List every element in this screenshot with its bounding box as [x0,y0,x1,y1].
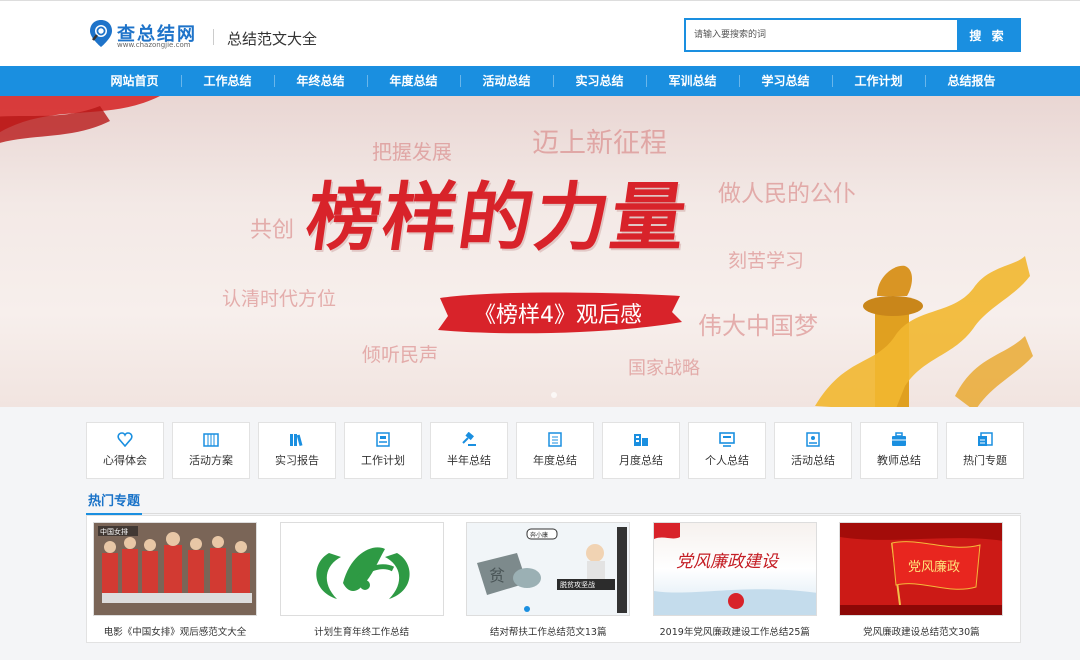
logo-url: www.chazongjie.com [117,41,191,49]
category-label: 年度总结 [533,454,577,467]
topic-image[interactable]: 贫 脱贫攻坚战 奔小康 [466,522,631,616]
banner-word: 做人民的公仆 [718,181,856,207]
category-tile[interactable]: 实习报告 [258,422,336,479]
red-flag-poster: 党风廉政 [840,523,1003,615]
category-tile[interactable]: 教师总结 [860,422,938,479]
cartoon-bubble-text: 奔小康 [530,531,548,539]
category-tile[interactable]: 活动总结 [774,422,852,479]
books-icon [290,434,303,447]
category-tile[interactable]: 年度总结 [516,422,594,479]
topic-card[interactable]: 党风廉政 党风廉政建设总结范文30篇 [833,516,1020,642]
calendar-icon [203,433,219,447]
banner-word: 迈上新征程 [532,128,667,159]
header: 查总结网 www.chazongjie.com 总结范文大全 搜 索 [0,0,1080,66]
search-button[interactable]: 搜 索 [957,20,1019,50]
nav-item-work-summary[interactable]: 工作总结 [181,66,274,96]
category-tile[interactable]: 个人总结 [688,422,766,479]
section-title[interactable]: 热门专题 [86,488,143,515]
topic-image[interactable]: 中国女排 [93,522,257,616]
topic-caption[interactable]: 结对帮扶工作总结范文13篇 [460,624,636,638]
category-tile[interactable]: 热门专题 [946,422,1024,479]
category-label: 活动方案 [189,454,233,467]
report-icon [806,432,820,447]
hot-topics-cards: 中国女排 电影《中国女排》观后感范文大全 计划生育年终工作总结 贫 脱贫攻坚战 … [86,515,1021,643]
nav-item-annual-summary[interactable]: 年度总结 [367,66,460,96]
nav-item-activity-summary[interactable]: 活动总结 [460,66,553,96]
category-tile[interactable]: 工作计划 [344,422,422,479]
page: 查总结网 www.chazongjie.com 总结范文大全 搜 索 网站首页 … [0,0,1080,660]
topic-image[interactable]: 党风廉政 [839,522,1004,616]
poster-title-text: 党风廉政建设 [676,552,780,572]
nav-item-internship-summary[interactable]: 实习总结 [553,66,646,96]
clean-governance-poster: 党风廉政建设 [653,523,816,615]
topic-caption[interactable]: 电影《中国女排》观后感范文大全 [87,624,263,638]
category-label: 活动总结 [791,454,835,467]
topic-card[interactable]: 贫 脱贫攻坚战 奔小康 结对帮扶工作总结范文13篇 [460,516,647,642]
briefcase-icon [892,432,906,446]
site-logo[interactable]: 查总结网 www.chazongjie.com [88,19,203,49]
nav-item-study-summary[interactable]: 学习总结 [739,66,832,96]
nav-item-home[interactable]: 网站首页 [88,66,181,96]
topic-caption[interactable]: 计划生育年终工作总结 [274,624,450,638]
main-nav: 网站首页 工作总结 年终总结 年度总结 活动总结 实习总结 军训总结 学习总结 … [0,66,1080,96]
magnifier-pin-icon [90,20,112,47]
huabiao-pillar-icon [815,256,1033,407]
notes-icon [978,432,993,446]
poverty-alleviation-cartoon: 贫 脱贫攻坚战 奔小康 [467,523,630,615]
photo-title-text: 中国女排 [100,527,128,536]
category-label: 个人总结 [705,454,749,467]
cartoon-banner-text: 脱贫攻坚战 [560,580,595,589]
hero-banner[interactable]: 把握发展 迈上新征程 做人民的公仆 共创 刻苦学习 认清时代方位 伟大中国梦 倾… [0,96,1080,407]
category-label: 热门专题 [963,454,1007,467]
building-icon [634,434,648,446]
category-label: 教师总结 [877,454,921,467]
search-bar: 搜 索 [684,18,1021,52]
gavel-icon [462,432,476,446]
nav-item-year-end-summary[interactable]: 年终总结 [274,66,367,96]
topic-caption[interactable]: 党风廉政建设总结范文30篇 [833,624,1009,638]
banner-headline: 榜样的力量 [301,175,694,261]
topic-card[interactable]: 中国女排 电影《中国女排》观后感范文大全 [87,516,274,642]
nav-item-work-plan[interactable]: 工作计划 [832,66,925,96]
topic-caption[interactable]: 2019年党风廉政建设工作总结25篇 [647,624,823,638]
banner-subtitle: 《榜样4》观后感 [474,303,642,328]
document-icon [548,432,562,447]
banner-word: 刻苦学习 [728,250,805,272]
family-planning-logo [315,547,410,599]
topic-image[interactable]: 党风廉政建设 [652,522,817,616]
banner-word: 倾听民声 [362,344,439,366]
category-tile[interactable]: 半年总结 [430,422,508,479]
category-label: 实习报告 [275,454,319,467]
volleyball-team-photo: 中国女排 [94,523,256,615]
category-tiles: 心得体会 活动方案 实习报告 工作计划 半年总结 年度总结 月度总结 个人总结 [86,422,1024,479]
banner-word: 国家战略 [628,358,700,379]
search-input[interactable] [686,20,957,50]
topic-card[interactable]: 党风廉政建设 2019年党风廉政建设工作总结25篇 [647,516,834,642]
flag-text: 党风廉政 [908,559,960,575]
monitor-icon [719,432,735,447]
nav-item-summary-report[interactable]: 总结报告 [925,66,1018,96]
category-tile[interactable]: 心得体会 [86,422,164,479]
topic-card[interactable]: 计划生育年终工作总结 [274,516,461,642]
category-label: 心得体会 [103,454,147,467]
category-label: 月度总结 [619,454,663,467]
heart-icon [117,432,133,447]
svg-text:贫: 贫 [489,566,505,585]
site-title: 总结范文大全 [227,30,318,48]
banner-word: 伟大中国梦 [698,312,818,340]
nav-item-military-training-summary[interactable]: 军训总结 [646,66,739,96]
clipboard-icon [376,432,390,447]
topic-image[interactable] [279,522,444,616]
red-flag-decoration [0,96,160,143]
hot-topics-header: 热门专题 [86,488,1021,515]
header-divider [213,29,214,45]
banner-word: 共创 [250,218,295,243]
carousel-dot[interactable] [551,392,557,398]
banner-word: 认清时代方位 [222,288,337,310]
category-label: 工作计划 [361,454,405,467]
category-label: 半年总结 [447,454,491,467]
category-tile[interactable]: 月度总结 [602,422,680,479]
category-tile[interactable]: 活动方案 [172,422,250,479]
